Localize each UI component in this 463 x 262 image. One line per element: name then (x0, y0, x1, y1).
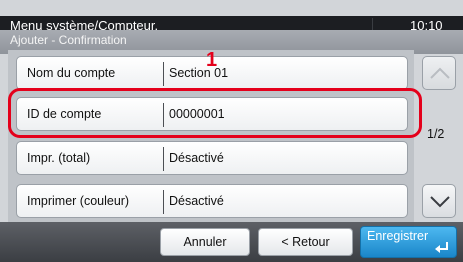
row-print-color[interactable]: Imprimer (couleur) Désactivé (16, 184, 408, 218)
row-divider (163, 190, 164, 214)
row-label: Nom du compte (27, 66, 116, 80)
row-value: Désactivé (169, 194, 224, 208)
chevron-up-icon (430, 67, 450, 79)
chevron-down-icon (430, 196, 450, 208)
cancel-button[interactable]: Annuler (160, 228, 250, 256)
screen-subtitle: Ajouter - Confirmation (10, 33, 127, 47)
row-value: Désactivé (169, 151, 224, 165)
save-button[interactable]: Enregistrer (360, 226, 457, 258)
row-label: Impr. (total) (27, 151, 91, 165)
row-value: Section 01 (169, 66, 229, 80)
row-divider (163, 147, 164, 171)
scroll-down-button[interactable] (422, 184, 456, 218)
highlight-frame (8, 88, 422, 138)
row-print-total[interactable]: Impr. (total) Désactivé (16, 141, 408, 175)
row-label: Imprimer (couleur) (27, 194, 130, 208)
page-indicator: 1/2 (427, 127, 445, 141)
callout-number: 1 (206, 49, 218, 71)
scroll-up-button[interactable] (422, 56, 456, 90)
back-button[interactable]: < Retour (258, 228, 353, 256)
row-divider (163, 62, 164, 86)
save-button-label: Enregistrer (367, 229, 429, 243)
enter-icon (435, 242, 448, 253)
